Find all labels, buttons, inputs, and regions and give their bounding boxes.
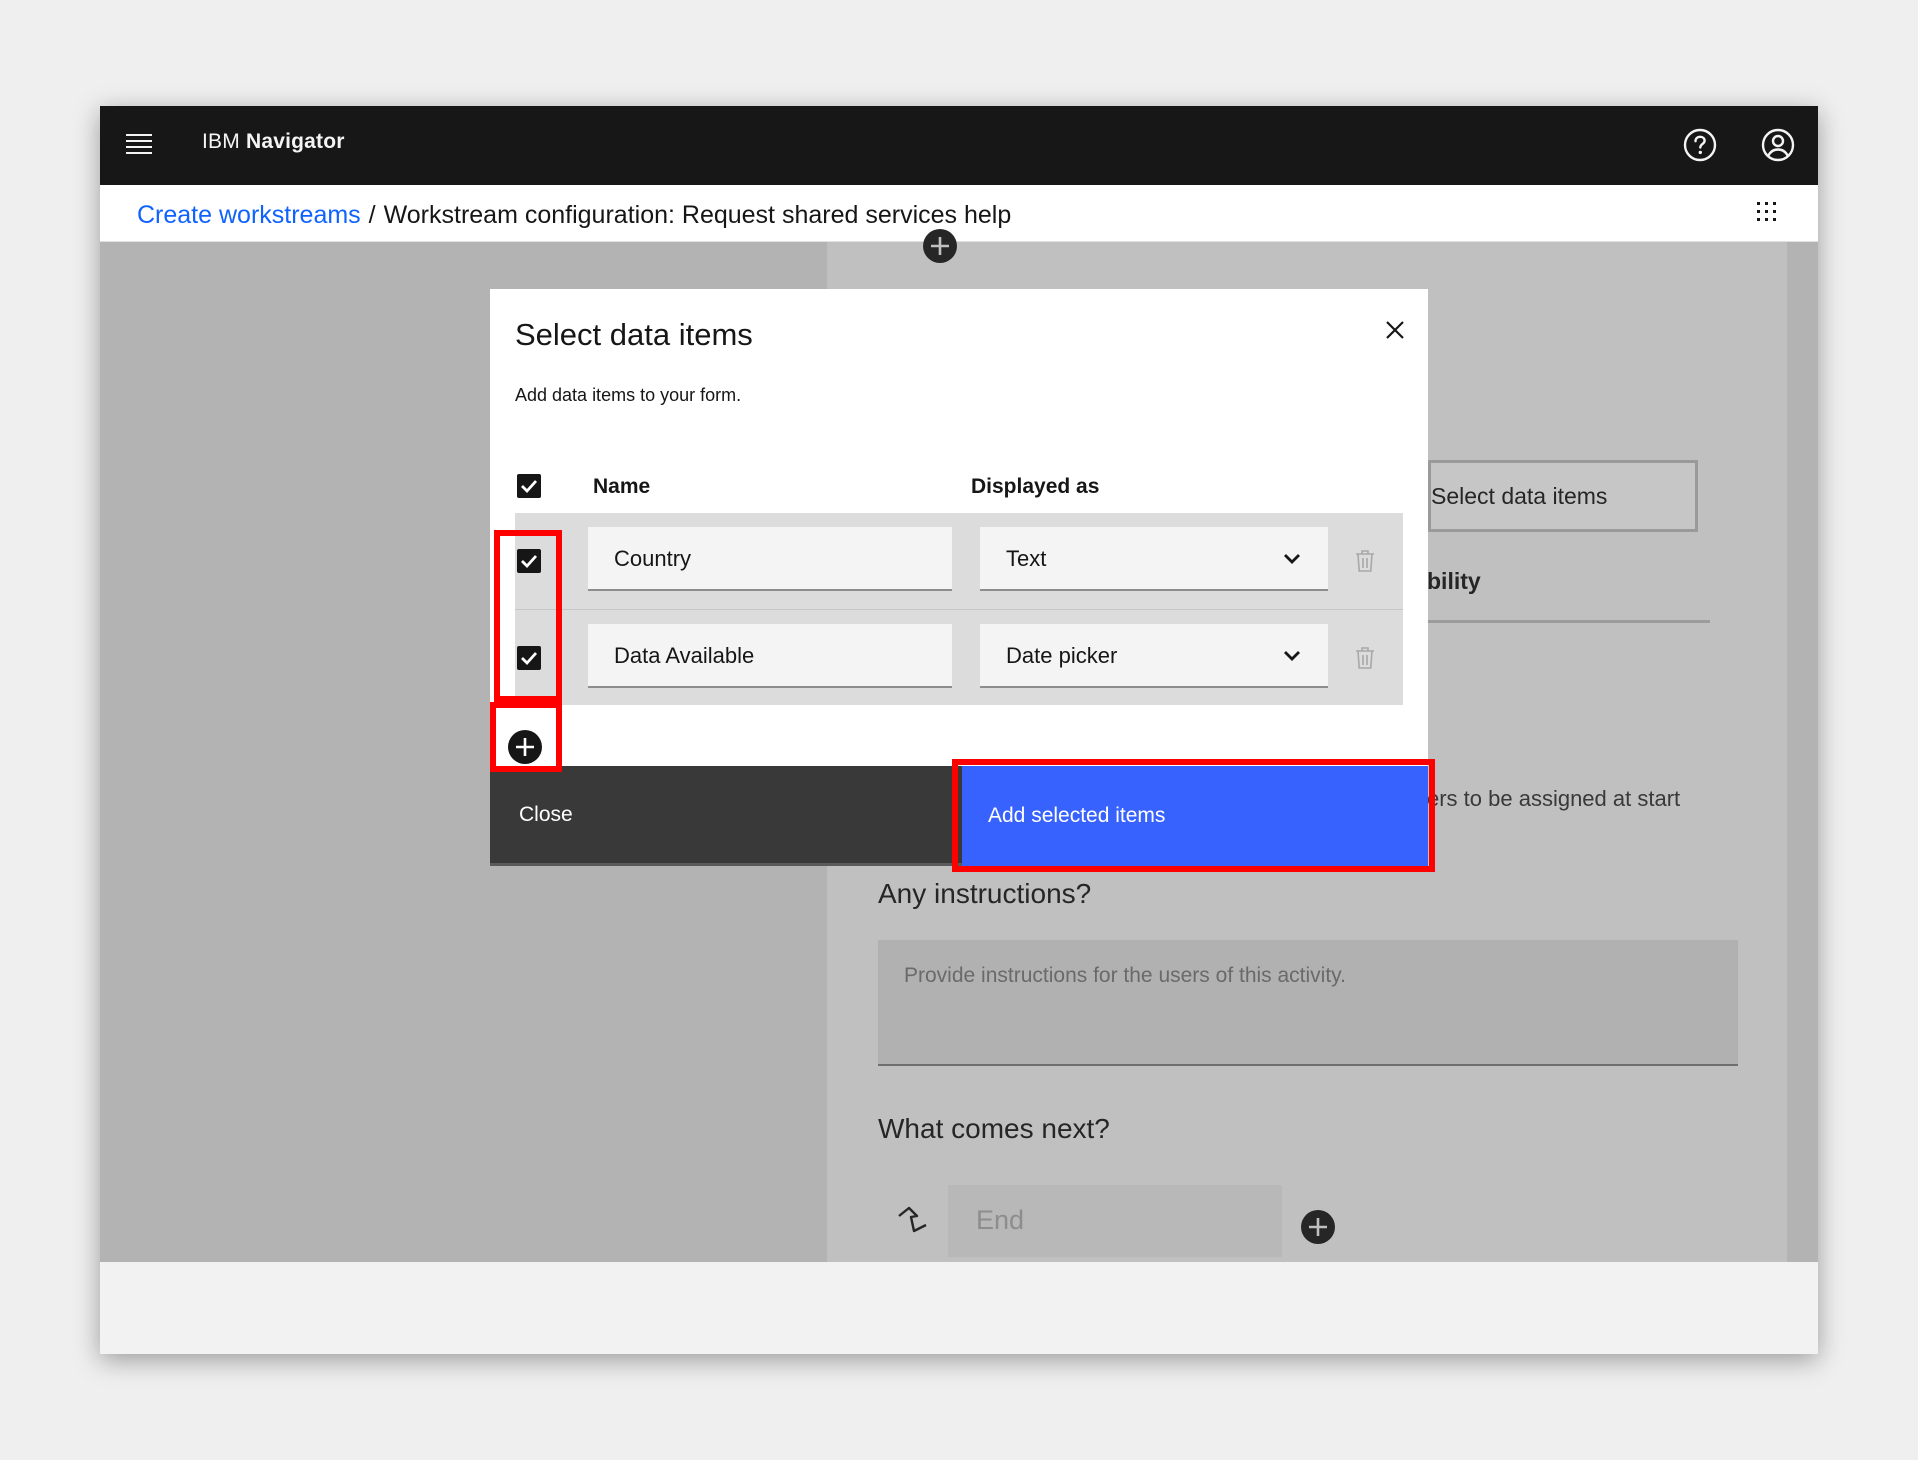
displayed-as-select[interactable]: Date picker: [980, 624, 1328, 688]
name-input[interactable]: Data Available: [588, 624, 952, 688]
name-input[interactable]: Country: [588, 527, 952, 591]
app-switcher-icon[interactable]: [1756, 201, 1778, 223]
modal-subtitle: Add data items to your form.: [515, 385, 742, 405]
what-comes-next-heading: What comes next?: [878, 1113, 1110, 1144]
instructions-heading: Any instructions?: [878, 878, 1092, 909]
row-checkbox[interactable]: [517, 549, 541, 573]
breadcrumb-link-create-workstreams[interactable]: Create workstreams: [137, 201, 361, 229]
add-next-step-icon[interactable]: [1300, 1209, 1336, 1245]
breadcrumb-separator: /: [368, 201, 376, 229]
column-header-displayed-as: Displayed as: [971, 475, 1100, 498]
close-icon[interactable]: [1382, 317, 1408, 343]
displayed-as-select[interactable]: Text: [980, 527, 1328, 591]
table-row: Data Available Date picker: [515, 609, 1403, 705]
trash-icon[interactable]: [1355, 549, 1375, 573]
close-button[interactable]: Close: [490, 766, 962, 866]
tab-underline: [1427, 620, 1710, 623]
user-avatar-icon[interactable]: [1760, 127, 1796, 163]
breadcrumb-bar: Create workstreams / Workstream configurat…: [100, 185, 1818, 242]
flow-arrow-icon: [898, 1206, 927, 1233]
select-all-checkbox[interactable]: [517, 474, 541, 498]
right-edge: [1787, 242, 1818, 1262]
instructions-textarea[interactable]: Provide instructions for the users of th…: [878, 940, 1738, 1066]
next-step-field[interactable]: End: [948, 1185, 1282, 1257]
checkmark-icon: [521, 480, 538, 494]
top-header: IBM Navigator: [100, 106, 1818, 185]
data-items-table: Country Text Data Available Date picker: [515, 513, 1403, 705]
add-selected-items-button[interactable]: Add selected items: [962, 766, 1428, 866]
help-icon[interactable]: [1682, 127, 1718, 163]
modal-title: Select data items: [515, 317, 753, 352]
add-step-icon[interactable]: [922, 228, 958, 264]
breadcrumb: Create workstreams / Workstream configurat…: [137, 201, 1011, 230]
trash-icon[interactable]: [1355, 646, 1375, 670]
chevron-down-icon: [1284, 554, 1300, 564]
breadcrumb-current: Workstream configuration: Request shared…: [383, 201, 1012, 229]
brand-title: IBM Navigator: [202, 130, 345, 153]
chevron-down-icon: [1284, 651, 1300, 661]
assigned-at-start-text: ers to be assigned at start: [1427, 786, 1681, 811]
row-checkbox[interactable]: [517, 646, 541, 670]
table-row: Country Text: [515, 513, 1403, 609]
select-data-items-button[interactable]: Select data items: [1428, 460, 1698, 532]
column-header-name: Name: [593, 475, 651, 498]
add-row-icon[interactable]: [507, 729, 543, 765]
menu-icon[interactable]: [126, 134, 152, 156]
visibility-tab-label[interactable]: bility: [1427, 568, 1481, 595]
checkmark-icon: [521, 555, 538, 569]
footer-area: [100, 1262, 1818, 1354]
checkmark-icon: [521, 652, 538, 666]
app-window: IBM Navigator Create workstreams / Workstr…: [100, 106, 1818, 1354]
